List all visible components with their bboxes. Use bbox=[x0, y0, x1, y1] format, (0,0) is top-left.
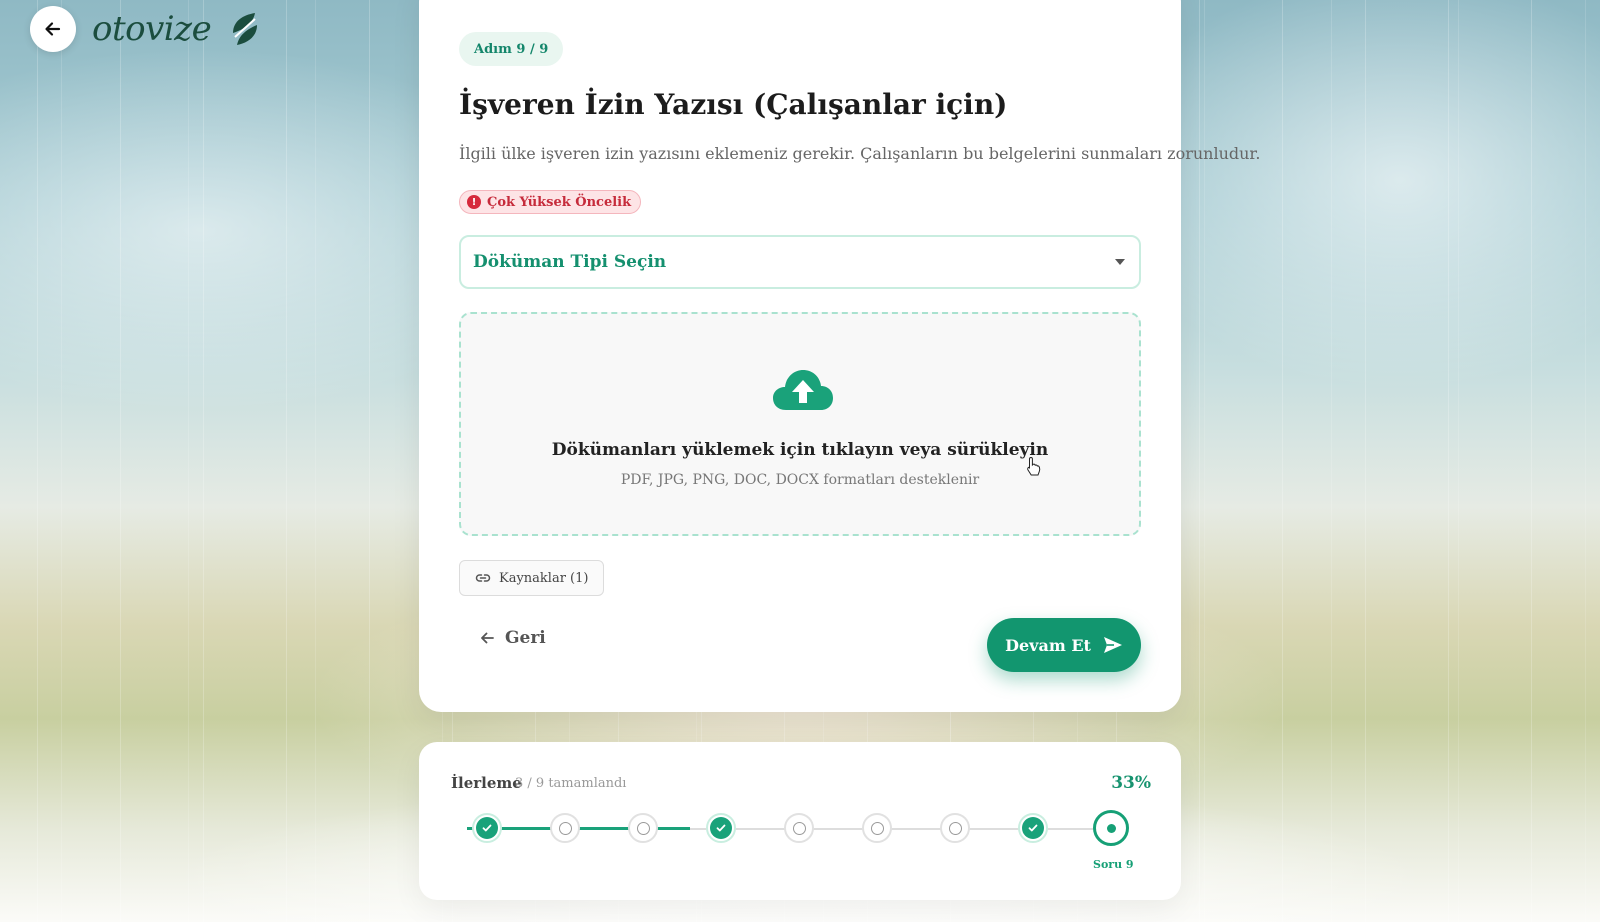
current-step-label: Soru 9 bbox=[1093, 858, 1134, 871]
priority-label: Çok Yüksek Öncelik bbox=[487, 194, 632, 210]
progress-panel: İlerleme 3 / 9 tamamlandı 33% Soru 9 bbox=[419, 742, 1181, 900]
check-icon bbox=[1022, 817, 1044, 839]
brand-logo-icon bbox=[233, 13, 258, 45]
progress-step-2[interactable] bbox=[550, 813, 580, 843]
check-icon bbox=[710, 817, 732, 839]
send-icon bbox=[1103, 637, 1122, 653]
cloud-upload-icon bbox=[773, 370, 833, 410]
progress-step-1[interactable] bbox=[472, 813, 502, 843]
empty-circle-icon bbox=[948, 821, 962, 835]
check-icon bbox=[476, 817, 498, 839]
top-bar: otovize bbox=[30, 6, 265, 52]
empty-circle-icon bbox=[558, 821, 572, 835]
progress-step-6[interactable] bbox=[862, 813, 892, 843]
current-dot-icon bbox=[1106, 823, 1116, 833]
chevron-down-icon bbox=[1115, 259, 1125, 265]
back-label: Geri bbox=[505, 628, 546, 648]
progress-count: 3 / 9 tamamlandı bbox=[515, 776, 627, 791]
question-title: İşveren İzin Yazısı (Çalışanlar için) bbox=[459, 88, 1008, 121]
link-icon bbox=[475, 574, 491, 582]
question-description: İlgili ülke işveren izin yazısını ekleme… bbox=[459, 144, 1261, 163]
progress-step-4[interactable] bbox=[706, 813, 736, 843]
question-card: Adım 9 / 9 İşveren İzin Yazısı (Çalışanl… bbox=[419, 0, 1260, 712]
priority-badge: ! Çok Yüksek Öncelik bbox=[459, 190, 642, 214]
upload-dropzone[interactable]: Dökümanları yüklemek için tıklayın veya … bbox=[459, 312, 1141, 536]
progress-step-8[interactable] bbox=[1018, 813, 1048, 843]
continue-label: Devam Et bbox=[1005, 635, 1091, 655]
continue-button[interactable]: Devam Et bbox=[987, 618, 1141, 672]
back-button[interactable]: Geri bbox=[479, 628, 546, 648]
empty-circle-icon bbox=[792, 821, 806, 835]
progress-title: İlerleme bbox=[451, 774, 522, 792]
brand-name: otovize bbox=[92, 9, 212, 49]
empty-circle-icon bbox=[870, 821, 884, 835]
document-type-placeholder: Döküman Tipi Seçin bbox=[473, 252, 667, 272]
arrow-left-icon bbox=[45, 22, 61, 36]
back-arrow-button[interactable] bbox=[30, 6, 76, 52]
progress-step-3[interactable] bbox=[628, 813, 658, 843]
document-type-select[interactable]: Döküman Tipi Seçin bbox=[459, 235, 1141, 289]
progress-step-5[interactable] bbox=[784, 813, 814, 843]
progress-percent: 33% bbox=[1111, 773, 1151, 793]
alert-icon: ! bbox=[467, 195, 481, 209]
empty-circle-icon bbox=[636, 821, 650, 835]
arrow-left-icon bbox=[481, 632, 494, 644]
progress-step-9[interactable] bbox=[1093, 810, 1129, 846]
step-badge: Adım 9 / 9 bbox=[459, 32, 564, 66]
progress-step-7[interactable] bbox=[940, 813, 970, 843]
sources-button[interactable]: Kaynaklar (1) bbox=[459, 560, 605, 596]
hand-cursor-icon bbox=[1027, 456, 1041, 476]
sources-label: Kaynaklar (1) bbox=[499, 570, 589, 586]
